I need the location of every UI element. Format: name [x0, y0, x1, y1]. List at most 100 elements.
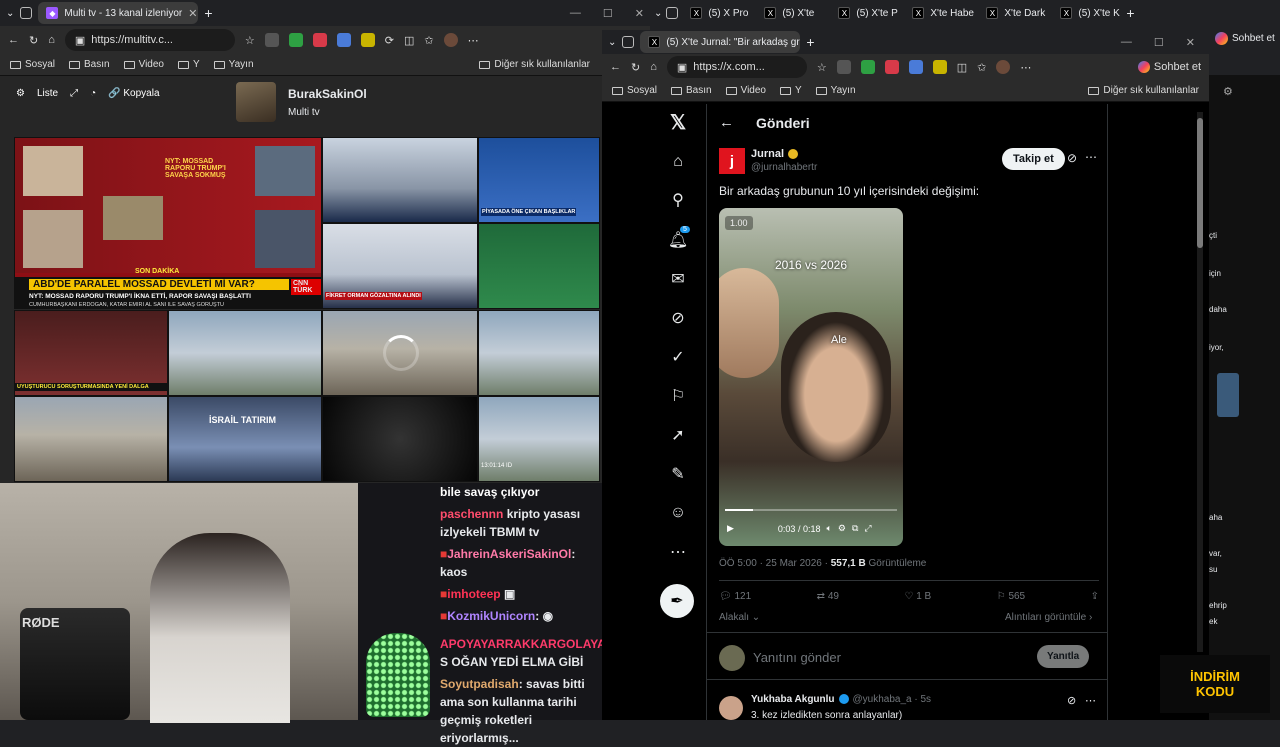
- tab-x-3[interactable]: X (5) X'te P: [830, 2, 900, 24]
- post-video[interactable]: 1.00 2016 vs 2026 Ale ▶ 0:03 / 0:18 🔈︎ ⚙…: [719, 208, 903, 546]
- menu-dots-icon[interactable]: ⋯: [468, 34, 479, 47]
- star-icon[interactable]: ☆: [817, 61, 827, 74]
- rocket-nav-icon[interactable]: ➚: [668, 425, 688, 445]
- copy-button[interactable]: 🔗 Kopyala: [108, 88, 159, 99]
- follow-button[interactable]: Takip et: [1002, 148, 1065, 170]
- bookmark-yayin[interactable]: Yayın: [815, 85, 856, 96]
- relevant-sort[interactable]: Alakalı ⌄: [719, 612, 760, 623]
- workspace-icon[interactable]: [666, 7, 679, 19]
- bookmark-more[interactable]: Diğer sık kullanılanlar: [1088, 85, 1199, 96]
- workspace-icon[interactable]: [20, 7, 33, 19]
- tab-x-1[interactable]: X (5) X Pro: [682, 2, 752, 24]
- bookmarks-nav-icon[interactable]: ⚐: [668, 386, 688, 406]
- settings-icon[interactable]: ⚙: [16, 88, 25, 99]
- bookmark-yayin[interactable]: Yayın: [213, 59, 254, 70]
- fullscreen-icon[interactable]: ⤢: [864, 523, 871, 534]
- chat-user[interactable]: imhoteep: [447, 587, 500, 601]
- play-icon[interactable]: ▶: [727, 523, 734, 534]
- video-progress-bar[interactable]: [725, 509, 897, 511]
- chat-user[interactable]: APOYAYARRAKKARGOLAYAN: [440, 637, 615, 651]
- reply-action[interactable]: 💬︎ 121: [719, 591, 751, 602]
- author-name[interactable]: Jurnal: [751, 148, 784, 160]
- more-nav-icon[interactable]: ⋯: [668, 542, 688, 562]
- grok-icon[interactable]: ⊘: [1067, 151, 1077, 165]
- tab-menu-icon[interactable]: ⌄: [608, 37, 616, 48]
- site-info-icon[interactable]: ▣: [677, 61, 687, 74]
- x-logo-icon[interactable]: 𝕏: [668, 112, 688, 134]
- bookmark-sosyal[interactable]: Sosyal: [10, 59, 55, 70]
- timer-icon[interactable]: ◔: [90, 88, 96, 99]
- next-reply-author[interactable]: Yukhaba Akgunlu: [751, 694, 835, 705]
- home-icon[interactable]: ⌂: [650, 61, 657, 73]
- fullscreen-icon[interactable]: ⤢: [70, 88, 78, 99]
- split-icon[interactable]: ◫: [957, 61, 967, 74]
- ext-icon-4[interactable]: [908, 60, 923, 74]
- reply-more-icon[interactable]: ⋯: [1085, 694, 1096, 707]
- grok-nav-icon[interactable]: ⊘: [668, 308, 688, 328]
- reply-button[interactable]: Yanıtla: [1037, 645, 1090, 668]
- stream-12[interactable]: [322, 396, 478, 482]
- copilot-button[interactable]: Sohbet et: [1137, 61, 1201, 73]
- next-reply-avatar[interactable]: [719, 696, 743, 720]
- bookmark-y[interactable]: Y: [178, 59, 200, 70]
- author-handle[interactable]: @jurnalhabertr: [751, 162, 817, 173]
- pip-icon[interactable]: ⧉: [852, 523, 858, 534]
- tab-x-5[interactable]: X X'te Dark: [978, 2, 1048, 24]
- stream-9[interactable]: [478, 310, 600, 396]
- bookmark-y[interactable]: Y: [780, 85, 802, 96]
- ext-icon-3[interactable]: [312, 33, 327, 47]
- outer-copilot-button[interactable]: Sohbet et: [1215, 32, 1275, 45]
- bookmark-sosyal[interactable]: Sosyal: [612, 85, 657, 96]
- stream-11[interactable]: İSRAİL TATIRIM: [168, 396, 322, 482]
- premium-nav-icon[interactable]: ✎: [668, 464, 688, 484]
- notifications-nav-icon[interactable]: 🔔︎ 5: [668, 226, 690, 250]
- ext-icon-2[interactable]: [288, 33, 303, 47]
- window-close-icon[interactable]: ✕: [635, 7, 644, 20]
- close-tab-icon[interactable]: ✕: [188, 7, 197, 20]
- stream-3[interactable]: PİYASADA ÖNE ÇIKAN BAŞLIKLAR: [478, 137, 600, 223]
- bookmark-more[interactable]: Diğer sık kullanılanlar: [479, 59, 590, 70]
- tab-x-2[interactable]: X (5) X'te: [756, 2, 826, 24]
- grok-icon[interactable]: ⊘: [1067, 694, 1076, 707]
- tab-menu-icon[interactable]: ⌄: [654, 8, 662, 19]
- favorites-icon[interactable]: ✩: [977, 61, 986, 74]
- new-tab-icon[interactable]: +: [204, 5, 212, 21]
- list-button[interactable]: Liste: [37, 88, 58, 99]
- split-icon[interactable]: ◫: [404, 34, 414, 47]
- tab-x-4[interactable]: X X'te Habe: [904, 2, 974, 24]
- home-icon[interactable]: ⌂: [48, 34, 55, 46]
- stream-cnnturk[interactable]: NYT: MOSSAD RAPORU TRUMP'I SAVAŞA SOKMUŞ…: [14, 137, 322, 309]
- stream-6[interactable]: UYUŞTURUCU SORUŞTURMASINDA YENİ DALGA: [14, 310, 168, 396]
- stream-4[interactable]: FİKRET ORMAN GÖZALTINA ALINDI: [322, 223, 478, 309]
- back-icon[interactable]: ←: [8, 34, 19, 46]
- view-quotes-link[interactable]: Alıntıları görüntüle ›: [1005, 612, 1092, 623]
- stream-10[interactable]: [14, 396, 168, 482]
- maximize-icon[interactable]: ☐: [603, 7, 613, 20]
- x-scroll-thumb[interactable]: [1197, 118, 1203, 248]
- ext-icon-4[interactable]: [336, 33, 351, 47]
- post-more-icon[interactable]: ⋯: [1085, 150, 1097, 164]
- share-icon[interactable]: ⇪: [1091, 591, 1099, 602]
- minimize-icon[interactable]: —: [1121, 36, 1132, 49]
- stream-8[interactable]: [322, 310, 478, 396]
- settings-icon[interactable]: ⚙: [838, 523, 846, 534]
- repost-action[interactable]: ⇄ 49: [817, 591, 839, 602]
- tab-x-6[interactable]: X (5) X'te K: [1052, 2, 1122, 24]
- profile-avatar[interactable]: [996, 60, 1011, 74]
- back-icon[interactable]: ←: [610, 61, 621, 73]
- bookmark-action[interactable]: ⚐ 565: [997, 591, 1025, 602]
- stream-13[interactable]: 13:01:14 ID: [478, 396, 600, 482]
- bookmark-basin[interactable]: Basın: [69, 59, 110, 70]
- star-icon[interactable]: ☆: [245, 34, 255, 47]
- favorites-icon[interactable]: ✩: [424, 34, 433, 47]
- like-action[interactable]: ♡ 1 B: [904, 591, 931, 602]
- stream-7[interactable]: [168, 310, 322, 396]
- site-info-icon[interactable]: ▣: [75, 34, 85, 47]
- volume-icon[interactable]: 🔈︎: [826, 523, 831, 534]
- post-time[interactable]: ÖÖ 5:00 · 25 Mar 2026 ·: [719, 558, 831, 569]
- workspace-icon[interactable]: [622, 36, 635, 48]
- url-field[interactable]: ▣ https://multitv.c...: [64, 29, 235, 51]
- maximize-icon[interactable]: ☐: [1154, 36, 1164, 49]
- home-nav-icon[interactable]: ⌂: [668, 152, 688, 172]
- verified-nav-icon[interactable]: ✓: [668, 347, 688, 367]
